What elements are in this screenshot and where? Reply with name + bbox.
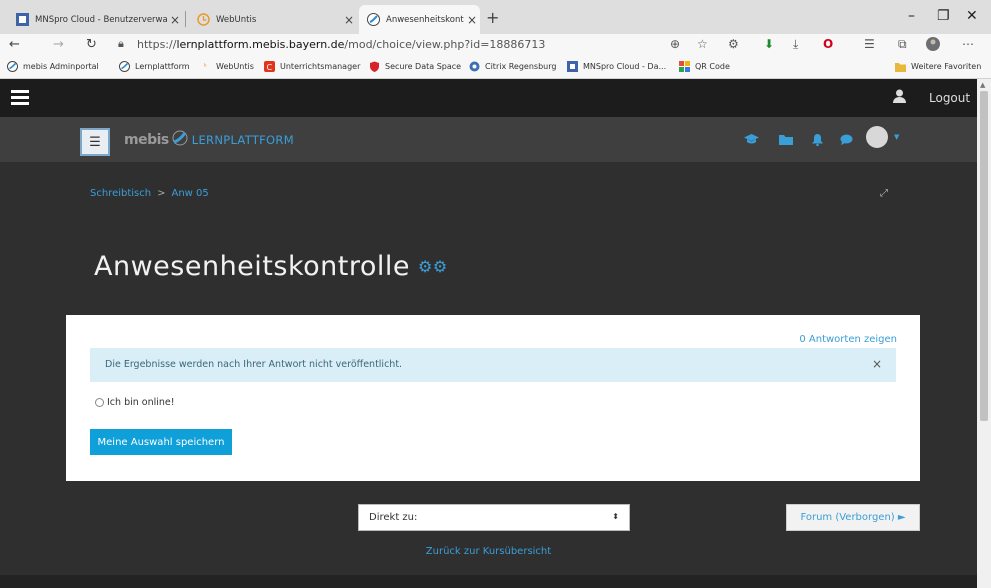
choice-option[interactable]: Ich bin online! <box>95 397 175 408</box>
citrix-icon <box>469 61 480 72</box>
mnspro-icon <box>16 13 29 26</box>
avatar[interactable] <box>866 126 888 148</box>
address-bar: ← → ↻ 🔒︎ https://lernplattform.mebis.bay… <box>0 34 991 56</box>
lock-icon: 🔒︎ <box>118 37 124 50</box>
graduation-cap-icon[interactable] <box>744 134 759 148</box>
next-activity-button[interactable]: Forum (Verborgen) ► <box>786 504 920 531</box>
jump-to-select[interactable]: Direkt zu: ⬍ <box>358 504 630 531</box>
breadcrumb-home-link[interactable]: Schreibtisch <box>90 188 151 199</box>
mnspro-icon <box>567 61 578 72</box>
radio-button[interactable] <box>95 398 104 407</box>
gears-icon[interactable]: ⚙⚙ <box>418 257 448 276</box>
user-icon <box>893 89 906 107</box>
bookmark-mebis-adminportal[interactable]: mebis Adminportal <box>7 61 99 72</box>
scrollbar-thumb[interactable] <box>980 91 988 421</box>
mebis-navbar: ☰ mebis LERNPLATTFORM ▼ <box>0 117 977 162</box>
info-alert: Die Ergebnisse werden nach Ihrer Antwort… <box>90 348 896 382</box>
page-content: Logout ☰ mebis LERNPLATTFORM ▼ Schreibti… <box>0 79 977 588</box>
collections-icon[interactable]: ⧉ <box>898 37 907 52</box>
browser-tab-webuntis[interactable]: WebUntis × <box>189 5 357 34</box>
mebis-swirl-icon <box>171 130 189 150</box>
back-arrow-icon[interactable]: ← <box>9 37 20 52</box>
browser-tab-anwesenheitskontrolle[interactable]: Anwesenheitskontrolle × <box>359 5 480 34</box>
scrollbar[interactable]: ▲ <box>977 79 991 588</box>
select-caret-icon: ⬍ <box>612 512 619 521</box>
bookmarks-bar: mebis Adminportal Lernplattform ᵏ WebUnt… <box>0 56 991 79</box>
folder-icon <box>895 61 906 72</box>
favorites-list-icon[interactable]: ☰ <box>864 37 875 51</box>
bookmark-citrix-regensburg[interactable]: Citrix Regensburg <box>469 61 556 72</box>
folder-icon[interactable] <box>779 134 793 148</box>
hamburger-menu-icon[interactable] <box>11 88 29 108</box>
tab-close-icon[interactable]: × <box>167 13 183 27</box>
new-tab-button[interactable]: + <box>486 8 499 27</box>
unterrichtsmanager-icon: C <box>264 61 275 72</box>
show-answers-link[interactable]: 0 Antworten zeigen <box>799 334 897 345</box>
favorite-star-icon[interactable]: ☆ <box>697 37 708 51</box>
webuntis-icon: ᵏ <box>203 62 208 71</box>
bookmark-webuntis[interactable]: ᵏ WebUntis <box>200 61 254 72</box>
breadcrumb: Schreibtisch > Anw 05 <box>90 188 209 199</box>
tab-separator <box>185 11 186 27</box>
bookmark-unterrichtsmanager[interactable]: C Unterrichtsmanager <box>264 61 360 72</box>
scroll-up-icon[interactable]: ▲ <box>980 81 985 89</box>
site-topbar: Logout <box>0 79 977 117</box>
zoom-icon[interactable]: ⊕ <box>670 37 680 51</box>
svg-text:C: C <box>267 63 273 72</box>
logout-link[interactable]: Logout <box>929 91 970 105</box>
downloads-icon[interactable]: ⤓ <box>793 37 798 52</box>
back-to-course-link: Zurück zur Kursübersicht <box>425 546 552 557</box>
close-icon[interactable]: × <box>872 357 882 371</box>
minimize-button[interactable]: – <box>908 8 915 24</box>
choice-card: 0 Antworten zeigen Die Ergebnisse werden… <box>66 315 920 481</box>
mebis-icon <box>367 13 380 26</box>
browser-tab-mnspro[interactable]: MNSpro Cloud - Benutzerverwal × <box>8 5 183 34</box>
shield-icon <box>369 61 380 72</box>
browser-tab-bar: MNSpro Cloud - Benutzerverwal × WebUntis… <box>0 0 991 34</box>
more-menu-icon[interactable]: ⋯ <box>962 37 974 51</box>
expand-icon[interactable]: ⤢ <box>880 188 888 199</box>
chevron-down-icon[interactable]: ▼ <box>894 133 899 141</box>
close-window-button[interactable]: ✕ <box>966 8 978 24</box>
extension-icon[interactable]: ⚙ <box>728 37 739 51</box>
webuntis-icon <box>197 13 210 26</box>
download-extension-icon[interactable]: ⬇ <box>764 37 774 51</box>
refresh-icon[interactable]: ↻ <box>86 37 97 52</box>
tab-close-icon[interactable]: × <box>341 13 357 27</box>
bookmark-qr-code[interactable]: QR Code <box>679 61 730 72</box>
breadcrumb-course-link[interactable]: Anw 05 <box>172 188 209 199</box>
profile-avatar-icon[interactable] <box>926 37 940 54</box>
maximize-button[interactable]: ❐ <box>937 8 950 24</box>
opera-icon[interactable]: O <box>823 37 833 51</box>
bookmark-mnspro-cloud[interactable]: MNSpro Cloud - Da... <box>567 61 666 72</box>
bookmark-lernplattform[interactable]: Lernplattform <box>119 61 190 72</box>
bell-icon[interactable] <box>812 134 823 149</box>
mebis-logo[interactable]: mebis LERNPLATTFORM <box>124 130 294 150</box>
page-footer <box>0 575 977 588</box>
url-field[interactable]: https://lernplattform.mebis.bayern.de/mo… <box>137 38 545 51</box>
tab-close-icon[interactable]: × <box>464 13 480 27</box>
qr-icon <box>679 61 690 72</box>
mebis-icon <box>119 61 130 72</box>
chat-bubble-icon[interactable] <box>840 134 853 148</box>
forward-arrow-icon[interactable]: → <box>53 37 64 52</box>
course-menu-button[interactable]: ☰ <box>80 128 110 156</box>
bookmark-other-favorites[interactable]: Weitere Favoriten <box>895 61 981 72</box>
save-choice-button[interactable]: Meine Auswahl speichern <box>90 429 232 455</box>
bookmark-secure-data-space[interactable]: Secure Data Space <box>369 61 461 72</box>
mebis-icon <box>7 61 18 72</box>
page-title: Anwesenheitskontrolle ⚙⚙ <box>94 251 448 282</box>
